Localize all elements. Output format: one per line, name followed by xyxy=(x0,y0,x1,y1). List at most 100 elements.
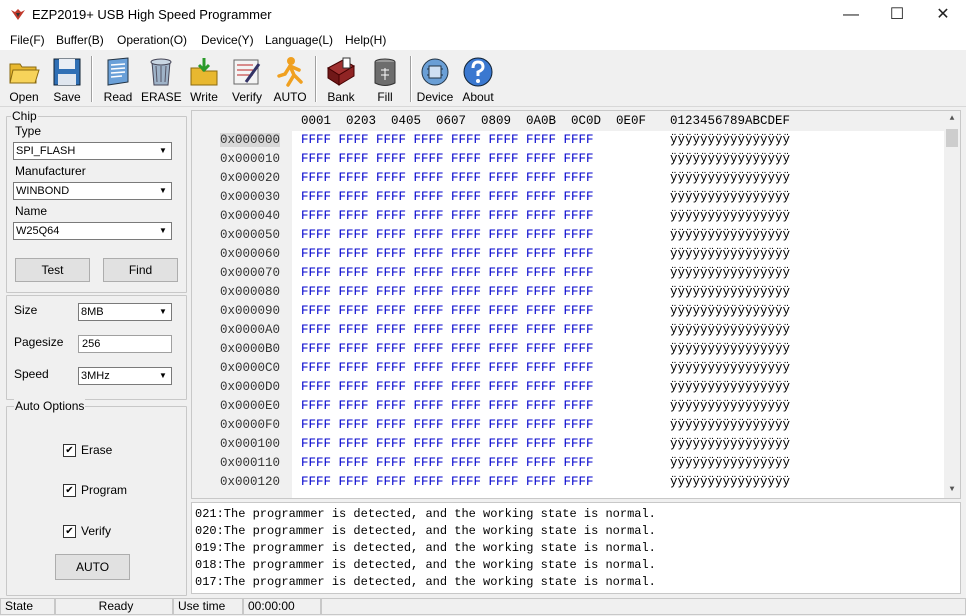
app-logo-icon xyxy=(11,9,25,20)
menu-operation[interactable]: Operation(O) xyxy=(117,33,187,47)
hex-bytes[interactable]: FFFF FFFF FFFF FFFF FFFF FFFF FFFF FFFF xyxy=(301,399,594,413)
hex-bytes[interactable]: FFFF FFFF FFFF FFFF FFFF FFFF FFFF FFFF xyxy=(301,437,594,451)
hex-ascii[interactable]: ÿÿÿÿÿÿÿÿÿÿÿÿÿÿÿÿ xyxy=(670,437,790,451)
hex-bytes[interactable]: FFFF FFFF FFFF FFFF FFFF FFFF FFFF FFFF xyxy=(301,323,594,337)
maximize-button[interactable]: ☐ xyxy=(874,0,920,30)
bank-button[interactable]: Bank xyxy=(320,54,362,104)
hex-address: 0x000060 xyxy=(220,247,281,261)
vertical-scrollbar[interactable]: ▲ ▼ xyxy=(944,111,960,498)
state-label: State xyxy=(0,598,55,615)
speed-select[interactable]: 3MHz ▼ xyxy=(78,367,172,385)
hex-bytes[interactable]: FFFF FFFF FFFF FFFF FFFF FFFF FFFF FFFF xyxy=(301,304,594,318)
hex-ascii[interactable]: ÿÿÿÿÿÿÿÿÿÿÿÿÿÿÿÿ xyxy=(670,228,790,242)
hex-bytes[interactable]: FFFF FFFF FFFF FFFF FFFF FFFF FFFF FFFF xyxy=(301,456,594,470)
pagesize-field[interactable]: 256 xyxy=(78,335,172,353)
hex-bytes[interactable]: FFFF FFFF FFFF FFFF FFFF FFFF FFFF FFFF xyxy=(301,342,594,356)
hex-address: 0x000080 xyxy=(220,285,281,299)
minimize-button[interactable]: — xyxy=(828,0,874,30)
log-line: 018:The programmer is detected, and the … xyxy=(195,558,656,572)
hex-ascii[interactable]: ÿÿÿÿÿÿÿÿÿÿÿÿÿÿÿÿ xyxy=(670,133,790,147)
hex-ascii[interactable]: ÿÿÿÿÿÿÿÿÿÿÿÿÿÿÿÿ xyxy=(670,285,790,299)
hex-bytes[interactable]: FFFF FFFF FFFF FFFF FFFF FFFF FFFF FFFF xyxy=(301,209,594,223)
hex-address: 0x000090 xyxy=(220,304,281,318)
hex-ascii[interactable]: ÿÿÿÿÿÿÿÿÿÿÿÿÿÿÿÿ xyxy=(670,304,790,318)
erase-checkbox[interactable]: ✔ xyxy=(63,444,76,457)
use-time-label: Use time xyxy=(173,598,243,615)
menu-language[interactable]: Language(L) xyxy=(265,33,333,47)
menu-buffer[interactable]: Buffer(B) xyxy=(56,33,104,47)
fill-button[interactable]: Fill xyxy=(365,54,405,104)
hex-ascii[interactable]: ÿÿÿÿÿÿÿÿÿÿÿÿÿÿÿÿ xyxy=(670,247,790,261)
toolbar: Open Save Read ERASE Write Verify AUTO B… xyxy=(0,50,966,107)
hex-ascii[interactable]: ÿÿÿÿÿÿÿÿÿÿÿÿÿÿÿÿ xyxy=(670,399,790,413)
hex-row: 0x000040 FFFF FFFF FFFF FFFF FFFF FFFF FF… xyxy=(192,209,944,228)
hex-bytes[interactable]: FFFF FFFF FFFF FFFF FFFF FFFF FFFF FFFF xyxy=(301,361,594,375)
menu-device[interactable]: Device(Y) xyxy=(201,33,254,47)
hex-ascii[interactable]: ÿÿÿÿÿÿÿÿÿÿÿÿÿÿÿÿ xyxy=(670,475,790,489)
hex-bytes[interactable]: FFFF FFFF FFFF FFFF FFFF FFFF FFFF FFFF xyxy=(301,228,594,242)
hex-bytes[interactable]: FFFF FFFF FFFF FFFF FFFF FFFF FFFF FFFF xyxy=(301,266,594,280)
hex-ascii[interactable]: ÿÿÿÿÿÿÿÿÿÿÿÿÿÿÿÿ xyxy=(670,456,790,470)
about-button[interactable]: About xyxy=(458,54,498,104)
hex-ascii[interactable]: ÿÿÿÿÿÿÿÿÿÿÿÿÿÿÿÿ xyxy=(670,418,790,432)
close-button[interactable]: ✕ xyxy=(920,0,966,30)
hex-row: 0x0000A0 FFFF FFFF FFFF FFFF FFFF FFFF FF… xyxy=(192,323,944,342)
hex-editor[interactable]: 0001 0203 0405 0607 0809 0A0B 0C0D 0E0F … xyxy=(191,110,961,499)
verify-option-label: Verify xyxy=(81,524,112,538)
program-checkbox[interactable]: ✔ xyxy=(63,484,76,497)
hex-ascii[interactable]: ÿÿÿÿÿÿÿÿÿÿÿÿÿÿÿÿ xyxy=(670,209,790,223)
log-panel[interactable]: 021:The programmer is detected, and the … xyxy=(191,502,961,594)
open-button[interactable]: Open xyxy=(4,54,44,104)
hex-ascii[interactable]: ÿÿÿÿÿÿÿÿÿÿÿÿÿÿÿÿ xyxy=(670,266,790,280)
hex-row: 0x000020 FFFF FFFF FFFF FFFF FFFF FFFF FF… xyxy=(192,171,944,190)
scroll-down-icon[interactable]: ▼ xyxy=(944,482,960,498)
hex-bytes[interactable]: FFFF FFFF FFFF FFFF FFFF FFFF FFFF FFFF xyxy=(301,171,594,185)
hex-ascii[interactable]: ÿÿÿÿÿÿÿÿÿÿÿÿÿÿÿÿ xyxy=(670,323,790,337)
verify-checkbox[interactable]: ✔ xyxy=(63,525,76,538)
save-button[interactable]: Save xyxy=(47,54,87,104)
write-button[interactable]: Write xyxy=(184,54,224,104)
hex-col-header: 0A0B xyxy=(526,114,557,128)
chip-name-select[interactable]: W25Q64 ▼ xyxy=(13,222,172,240)
hex-bytes[interactable]: FFFF FFFF FFFF FFFF FFFF FFFF FFFF FFFF xyxy=(301,285,594,299)
log-line: 019:The programmer is detected, and the … xyxy=(195,541,656,555)
hex-address: 0x000010 xyxy=(220,152,281,166)
erase-icon xyxy=(150,58,172,86)
hex-ascii[interactable]: ÿÿÿÿÿÿÿÿÿÿÿÿÿÿÿÿ xyxy=(670,190,790,204)
hex-bytes[interactable]: FFFF FFFF FFFF FFFF FFFF FFFF FFFF FFFF xyxy=(301,152,594,166)
folder-icon xyxy=(9,63,40,84)
hex-bytes[interactable]: FFFF FFFF FFFF FFFF FFFF FFFF FFFF FFFF xyxy=(301,190,594,204)
size-select[interactable]: 8MB ▼ xyxy=(78,303,172,321)
scroll-up-icon[interactable]: ▲ xyxy=(944,111,960,127)
manufacturer-select[interactable]: WINBOND ▼ xyxy=(13,182,172,200)
hex-ascii[interactable]: ÿÿÿÿÿÿÿÿÿÿÿÿÿÿÿÿ xyxy=(670,361,790,375)
device-button[interactable]: Device xyxy=(414,54,456,104)
auto-button[interactable]: AUTO xyxy=(270,54,310,104)
menu-file[interactable]: File(F) xyxy=(10,33,45,47)
read-button[interactable]: Read xyxy=(97,54,139,104)
erase-button[interactable]: ERASE xyxy=(141,54,182,104)
hex-ascii[interactable]: ÿÿÿÿÿÿÿÿÿÿÿÿÿÿÿÿ xyxy=(670,152,790,166)
hex-row: 0x000030 FFFF FFFF FFFF FFFF FFFF FFFF FF… xyxy=(192,190,944,209)
test-button[interactable]: Test xyxy=(15,258,90,282)
chip-name-value: W25Q64 xyxy=(16,225,60,237)
hex-bytes[interactable]: FFFF FFFF FFFF FFFF FFFF FFFF FFFF FFFF xyxy=(301,380,594,394)
read-label: Read xyxy=(103,90,133,104)
hex-ascii[interactable]: ÿÿÿÿÿÿÿÿÿÿÿÿÿÿÿÿ xyxy=(670,342,790,356)
speed-value: 3MHz xyxy=(81,370,110,382)
hex-bytes[interactable]: FFFF FFFF FFFF FFFF FFFF FFFF FFFF FFFF xyxy=(301,475,594,489)
hex-address: 0x0000F0 xyxy=(220,418,281,432)
hex-row: 0x0000E0 FFFF FFFF FFFF FFFF FFFF FFFF FF… xyxy=(192,399,944,418)
menu-help[interactable]: Help(H) xyxy=(345,33,386,47)
hex-bytes[interactable]: FFFF FFFF FFFF FFFF FFFF FFFF FFFF FFFF xyxy=(301,418,594,432)
type-select[interactable]: SPI_FLASH ▼ xyxy=(13,142,172,160)
find-button[interactable]: Find xyxy=(103,258,178,282)
speed-label: Speed xyxy=(14,367,49,381)
verify-button[interactable]: Verify xyxy=(226,54,268,104)
hex-ascii[interactable]: ÿÿÿÿÿÿÿÿÿÿÿÿÿÿÿÿ xyxy=(670,171,790,185)
scroll-thumb[interactable] xyxy=(946,129,958,147)
auto-run-button[interactable]: AUTO xyxy=(55,554,130,580)
hex-bytes[interactable]: FFFF FFFF FFFF FFFF FFFF FFFF FFFF FFFF xyxy=(301,247,594,261)
hex-ascii[interactable]: ÿÿÿÿÿÿÿÿÿÿÿÿÿÿÿÿ xyxy=(670,380,790,394)
hex-bytes[interactable]: FFFF FFFF FFFF FFFF FFFF FFFF FFFF FFFF xyxy=(301,133,594,147)
